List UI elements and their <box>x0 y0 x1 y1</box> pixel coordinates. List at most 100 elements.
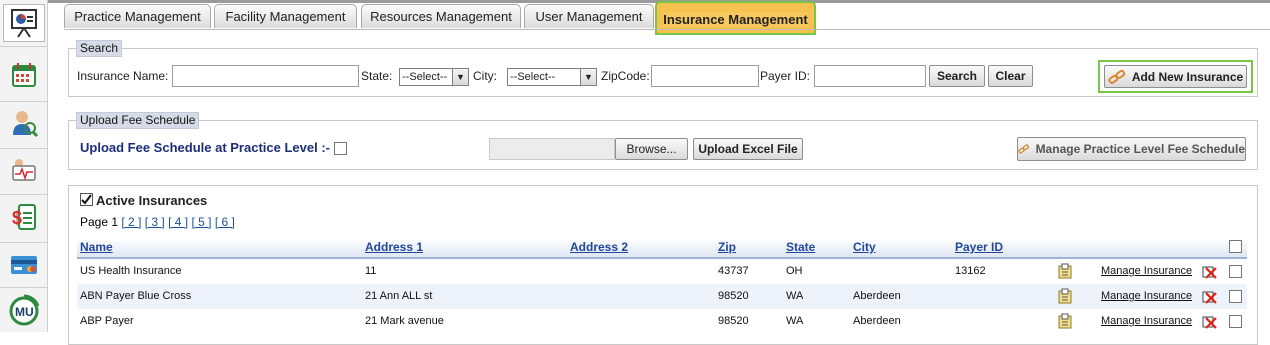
cell-name: US Health Insurance <box>80 265 182 277</box>
page-link-2[interactable]: [ 2 ] <box>121 215 141 229</box>
zipcode-label: ZipCode: <box>601 69 650 83</box>
tab-label: Facility Management <box>225 9 346 24</box>
practice-level-checkbox[interactable] <box>334 142 347 155</box>
tab-facility-management[interactable]: Facility Management <box>214 4 357 28</box>
row-checkbox[interactable] <box>1229 265 1242 278</box>
cell-zip: 98520 <box>718 315 749 327</box>
table-row: US Health Insurance 11 43737 OH 13162 Ma… <box>77 259 1247 284</box>
presentation-chart-icon <box>11 9 37 38</box>
cell-name: ABP Payer <box>80 315 134 327</box>
active-insurances-label: Active Insurances <box>96 193 208 208</box>
sidebar-item-billing[interactable]: $ <box>3 198 45 236</box>
tab-label: User Management <box>535 9 643 24</box>
tab-label: Practice Management <box>74 9 201 24</box>
page-link-3[interactable]: [ 3 ] <box>145 215 165 229</box>
delete-icon[interactable] <box>1202 314 1217 329</box>
table-header <box>77 238 1247 259</box>
city-select[interactable]: --Select-- ▼ <box>507 68 597 86</box>
sidebar-item-patients[interactable] <box>3 104 45 142</box>
sidebar-item-clinical[interactable] <box>3 151 45 189</box>
mu-badge-icon: MU <box>9 294 40 326</box>
zipcode-input[interactable] <box>651 65 759 87</box>
checkmark-icon <box>81 194 92 205</box>
page-link-4[interactable]: [ 4 ] <box>168 215 188 229</box>
payer-id-label: Payer ID: <box>760 69 811 83</box>
column-header-name[interactable]: Name <box>80 239 113 258</box>
sidebar-item-payments[interactable] <box>3 246 45 284</box>
insurance-name-input[interactable] <box>172 65 359 87</box>
table-row: ABP Payer 21 Mark avenue 98520 WA Aberde… <box>77 309 1247 334</box>
column-header-zip[interactable]: Zip <box>718 239 736 258</box>
sidebar: $ MU <box>0 0 48 332</box>
page-link-5[interactable]: [ 5 ] <box>191 215 211 229</box>
column-header-address1[interactable]: Address 1 <box>365 239 423 258</box>
row-checkbox[interactable] <box>1229 315 1242 328</box>
billing-document-icon: $ <box>12 204 36 230</box>
delete-icon[interactable] <box>1202 264 1217 279</box>
calendar-icon <box>12 63 36 87</box>
column-header-city[interactable]: City <box>853 239 876 258</box>
column-header-state[interactable]: State <box>786 239 815 258</box>
manage-fee-schedule-label: Manage Practice Level Fee Schedule <box>1035 142 1245 156</box>
table-row: ABN Payer Blue Cross 21 Ann ALL st 98520… <box>77 284 1247 309</box>
payer-id-input[interactable] <box>814 65 926 87</box>
payment-card-icon <box>11 256 37 274</box>
link-chain-icon <box>1108 69 1126 84</box>
clear-button[interactable]: Clear <box>988 65 1033 87</box>
browse-button[interactable]: Browse... <box>615 138 688 160</box>
current-page: Page 1 <box>80 215 119 229</box>
state-label: State: <box>361 69 393 83</box>
cell-state: WA <box>786 290 804 302</box>
cell-address1: 11 <box>365 265 377 277</box>
tab-divider <box>64 29 1270 30</box>
link-chain-icon <box>1018 144 1030 154</box>
cell-name: ABN Payer Blue Cross <box>80 290 192 302</box>
vitals-monitor-icon <box>12 159 36 181</box>
document-edit-icon[interactable] <box>1057 262 1073 280</box>
manage-insurance-link[interactable]: Manage Insurance <box>1101 309 1192 334</box>
cell-state: WA <box>786 315 804 327</box>
file-path-field[interactable] <box>489 138 615 160</box>
cell-address1: 21 Ann ALL st <box>365 290 433 302</box>
manage-insurance-link[interactable]: Manage Insurance <box>1101 284 1192 309</box>
search-legend: Search <box>76 40 123 57</box>
search-button[interactable]: Search <box>929 65 985 87</box>
tab-resources-management[interactable]: Resources Management <box>361 4 521 28</box>
sidebar-item-calendar[interactable] <box>3 56 45 94</box>
active-insurances-checkbox[interactable] <box>80 193 93 206</box>
city-label: City: <box>473 69 497 83</box>
add-new-insurance-label: Add New Insurance <box>1131 69 1244 84</box>
insurance-name-label: Insurance Name: <box>77 69 169 83</box>
document-edit-icon[interactable] <box>1057 287 1073 305</box>
column-header-payer-id[interactable]: Payer ID <box>955 239 1003 258</box>
pagination: Page 1 [ 2 ] [ 3 ] [ 4 ] [ 5 ] [ 6 ] <box>80 214 235 230</box>
sidebar-item-mu[interactable]: MU <box>3 292 45 330</box>
manage-insurance-link[interactable]: Manage Insurance <box>1101 259 1192 284</box>
cell-zip: 98520 <box>718 290 749 302</box>
tab-practice-management[interactable]: Practice Management <box>64 4 211 28</box>
state-selected-value: --Select-- <box>402 71 448 83</box>
state-select[interactable]: --Select-- ▼ <box>399 68 469 86</box>
column-header-address2[interactable]: Address 2 <box>570 239 628 258</box>
chevron-down-icon: ▼ <box>452 69 468 85</box>
tab-label: Resources Management <box>370 9 512 24</box>
upload-excel-button[interactable]: Upload Excel File <box>693 138 803 160</box>
add-new-insurance-button[interactable]: Add New Insurance <box>1104 65 1247 88</box>
sidebar-item-dashboard[interactable] <box>3 4 45 42</box>
document-edit-icon[interactable] <box>1057 312 1073 330</box>
row-checkbox[interactable] <box>1229 290 1242 303</box>
city-selected-value: --Select-- <box>510 71 556 83</box>
select-all-checkbox[interactable] <box>1229 240 1242 253</box>
svg-text:$: $ <box>12 208 22 228</box>
delete-icon[interactable] <box>1202 289 1217 304</box>
practice-level-label: Upload Fee Schedule at Practice Level :- <box>80 140 330 155</box>
cell-address1: 21 Mark avenue <box>365 315 444 327</box>
page-link-6[interactable]: [ 6 ] <box>215 215 235 229</box>
tab-label: Insurance Management <box>663 11 808 27</box>
chevron-down-icon: ▼ <box>580 69 596 85</box>
patient-search-icon <box>13 111 38 138</box>
cell-state: OH <box>786 265 803 277</box>
tab-user-management[interactable]: User Management <box>524 4 654 28</box>
cell-city: Aberdeen <box>853 290 901 302</box>
manage-fee-schedule-button[interactable]: Manage Practice Level Fee Schedule <box>1017 137 1246 161</box>
